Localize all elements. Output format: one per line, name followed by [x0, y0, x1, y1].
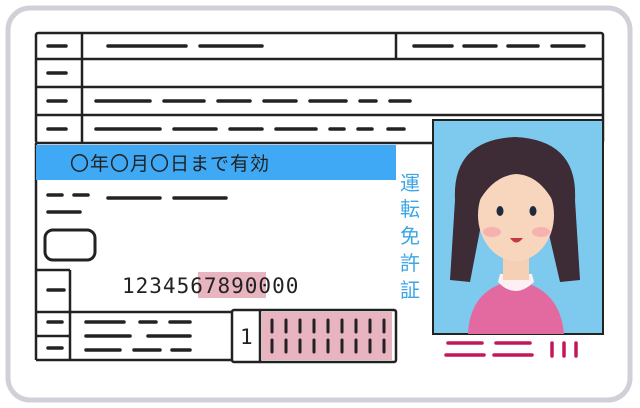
- title-char: 許: [400, 251, 420, 275]
- expiry-text: 〇年〇月〇日まで有効: [70, 153, 270, 175]
- card-title-vertical: 運 転 免 許 証: [400, 171, 420, 302]
- title-char: 証: [400, 278, 420, 302]
- title-char: 運: [400, 171, 420, 195]
- license-card-illustration: 〇年〇月〇日まで有効 1234567890000 1 運 転 免 許 証: [5, 5, 633, 403]
- title-char: 転: [400, 197, 420, 221]
- photo-frame: [432, 119, 604, 335]
- title-char: 免: [400, 224, 420, 248]
- right-eye: [529, 206, 537, 216]
- left-eye: [496, 206, 504, 216]
- license-number: 1234567890000: [122, 274, 299, 298]
- category-marker: 1: [240, 325, 254, 349]
